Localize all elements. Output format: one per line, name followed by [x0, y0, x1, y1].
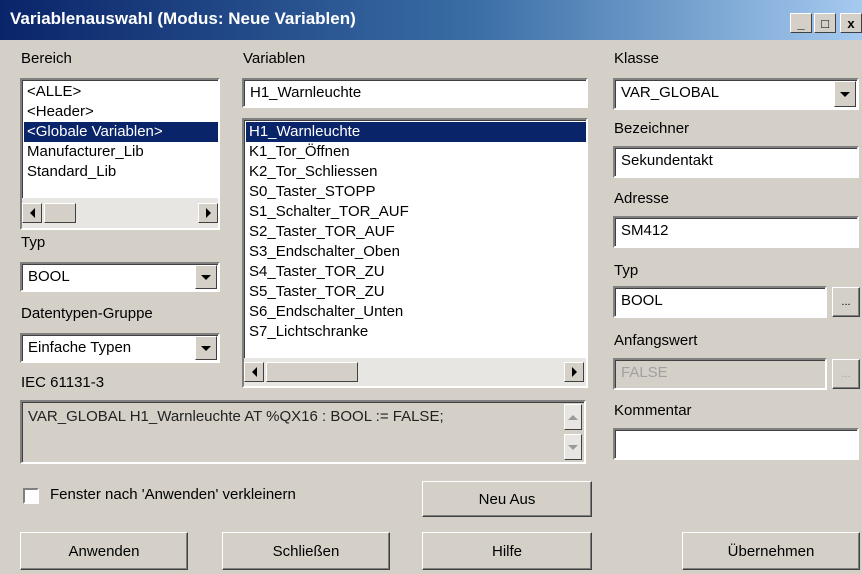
scroll-left-button[interactable] — [244, 362, 264, 382]
minimize-button[interactable]: _ — [790, 13, 812, 33]
variablen-list-item[interactable]: S7_Lichtschranke — [246, 322, 586, 342]
scroll-right-button[interactable] — [564, 362, 584, 382]
scroll-down-button[interactable] — [564, 434, 582, 460]
adresse-label: Adresse — [614, 190, 670, 207]
iec-declaration-textarea[interactable]: VAR_GLOBAL H1_Warnleuchte AT %QX16 : BOO… — [20, 400, 586, 464]
anwenden-button[interactable]: Anwenden — [20, 532, 188, 570]
bereich-hscrollbar[interactable] — [22, 198, 218, 228]
typ-dropdown[interactable]: BOOL — [20, 262, 220, 292]
arrow-down-icon — [568, 444, 578, 450]
kommentar-label: Kommentar — [614, 402, 692, 419]
hilfe-button[interactable]: Hilfe — [422, 532, 592, 570]
chevron-down-icon — [840, 91, 850, 97]
dropdown-button[interactable] — [195, 336, 217, 360]
typ-value: BOOL — [28, 268, 70, 285]
bezeichner-input[interactable]: Sekundentakt — [613, 146, 859, 178]
klasse-label: Klasse — [614, 50, 660, 67]
window-title: Variablenauswahl (Modus: Neue Variablen) — [10, 9, 356, 28]
close-icon: x — [847, 15, 855, 31]
neu-aus-button[interactable]: Neu Aus — [422, 481, 592, 517]
typ-browse-button[interactable]: ... — [832, 287, 860, 317]
variablen-filter-value: H1_Warnleuchte — [250, 84, 362, 101]
datentypen-label: Datentypen-Gruppe — [21, 305, 153, 322]
scroll-left-button[interactable] — [22, 203, 42, 223]
klasse-value: VAR_GLOBAL — [621, 84, 720, 101]
variablen-hscrollbar[interactable] — [244, 358, 586, 386]
title-bar[interactable]: Variablenauswahl (Modus: Neue Variablen)… — [0, 0, 862, 40]
klasse-dropdown[interactable]: VAR_GLOBAL — [613, 78, 859, 110]
scroll-right-button[interactable] — [198, 203, 218, 223]
variablen-list-item[interactable]: S0_Taster_STOPP — [246, 182, 586, 202]
bezeichner-value: Sekundentakt — [621, 152, 713, 169]
variablen-listbox[interactable]: H1_Warnleuchte K1_Tor_Öffnen K2_Tor_Schlie… — [242, 118, 588, 388]
variablen-filter-input[interactable]: H1_Warnleuchte — [242, 78, 588, 108]
variablen-label: Variablen — [243, 50, 306, 67]
minimize-after-apply-label: Fenster nach 'Anwenden' verkleinern — [50, 486, 296, 503]
variablen-list-item[interactable]: S3_Endschalter_Oben — [246, 242, 586, 262]
datentypen-dropdown[interactable]: Einfache Typen — [20, 333, 220, 363]
scroll-up-button[interactable] — [564, 404, 582, 430]
scroll-thumb[interactable] — [44, 203, 76, 223]
bereich-list-item[interactable]: <Header> — [24, 102, 218, 122]
minimize-icon: _ — [797, 15, 805, 31]
variablen-list-item[interactable]: S5_Taster_TOR_ZU — [246, 282, 586, 302]
bereich-listbox[interactable]: <ALLE> <Header> <Globale Variablen> Manufac… — [20, 78, 220, 230]
dropdown-button[interactable] — [195, 265, 217, 289]
anfangswert-value: FALSE — [621, 364, 668, 381]
variablen-list-item[interactable]: S6_Endschalter_Unten — [246, 302, 586, 322]
chevron-down-icon — [201, 274, 211, 280]
bereich-list-item[interactable]: <Globale Variablen> — [24, 122, 218, 142]
adresse-input[interactable]: SM412 — [613, 216, 859, 248]
maximize-button[interactable]: □ — [814, 13, 836, 33]
adresse-value: SM412 — [621, 222, 669, 239]
arrow-right-icon — [205, 208, 211, 218]
iec-declaration-text: VAR_GLOBAL H1_Warnleuchte AT %QX16 : BOO… — [28, 408, 444, 425]
typ-label: Typ — [21, 234, 46, 251]
variablen-list-item[interactable]: H1_Warnleuchte — [246, 122, 586, 142]
minimize-after-apply-checkbox[interactable] — [23, 488, 39, 504]
variablen-list-item[interactable]: S1_Schalter_TOR_AUF — [246, 202, 586, 222]
chevron-down-icon — [201, 345, 211, 351]
variablen-list-item[interactable]: K2_Tor_Schliessen — [246, 162, 586, 182]
arrow-up-icon — [568, 414, 578, 420]
arrow-left-icon — [251, 367, 257, 377]
anfangswert-label: Anfangswert — [614, 332, 698, 349]
datentypen-value: Einfache Typen — [28, 339, 132, 356]
typ-right-value: BOOL — [621, 292, 663, 309]
bereich-list-item[interactable]: <ALLE> — [24, 82, 218, 102]
variablen-list-item[interactable]: S4_Taster_TOR_ZU — [246, 262, 586, 282]
bereich-list-item[interactable]: Standard_Lib — [24, 162, 218, 182]
iec-label: IEC 61131-3 — [21, 374, 105, 391]
close-button[interactable]: x — [840, 13, 862, 33]
bereich-list-item[interactable]: Manufacturer_Lib — [24, 142, 218, 162]
scroll-thumb[interactable] — [266, 362, 358, 382]
variablen-list-item[interactable]: K1_Tor_Öffnen — [246, 142, 586, 162]
arrow-left-icon — [29, 208, 35, 218]
schliessen-button[interactable]: Schließen — [222, 532, 390, 570]
anfangswert-input[interactable]: FALSE — [613, 358, 827, 390]
typ-right-label: Typ — [614, 262, 639, 279]
kommentar-input[interactable] — [613, 428, 859, 460]
typ-right-input[interactable]: BOOL — [613, 286, 827, 318]
arrow-right-icon — [571, 367, 577, 377]
maximize-icon: □ — [821, 15, 829, 31]
uebernehmen-button[interactable]: Übernehmen — [682, 532, 860, 570]
bezeichner-label: Bezeichner — [614, 120, 690, 137]
dropdown-button[interactable] — [834, 81, 856, 107]
bereich-label: Bereich — [21, 50, 72, 67]
anfangswert-browse-button[interactable]: ... — [832, 359, 860, 389]
variablen-list-item[interactable]: S2_Taster_TOR_AUF — [246, 222, 586, 242]
